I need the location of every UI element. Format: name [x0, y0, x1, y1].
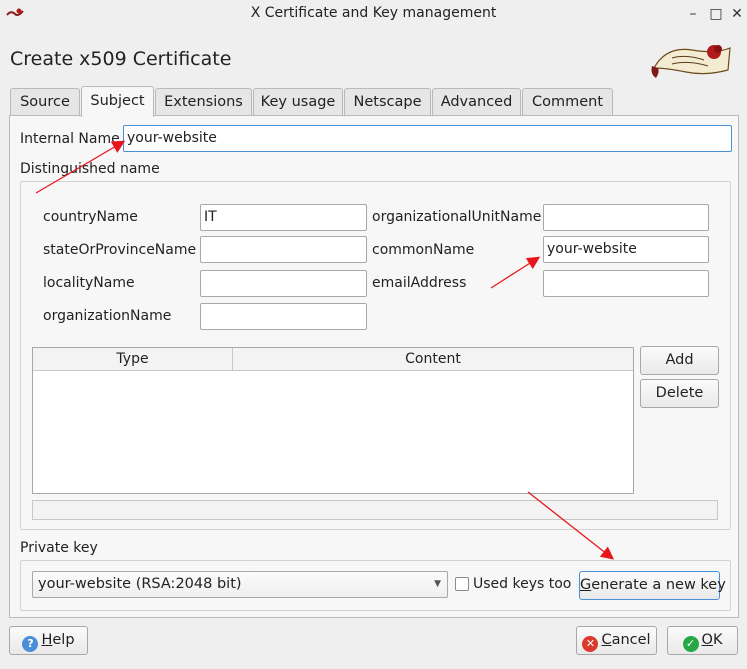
- emailaddress-input[interactable]: [543, 270, 709, 297]
- tab-advanced[interactable]: Advanced: [432, 88, 521, 116]
- tab-comment[interactable]: Comment: [522, 88, 613, 116]
- private-key-label: Private key: [20, 540, 98, 556]
- ok-label: OK: [701, 632, 723, 648]
- help-icon: ?: [22, 636, 39, 652]
- organizationalunitname-input[interactable]: [543, 204, 709, 231]
- add-button[interactable]: Add: [640, 346, 719, 375]
- window-titlebar: X Certificate and Key management – □ ✕: [0, 0, 747, 28]
- window-title: X Certificate and Key management: [250, 5, 497, 21]
- internal-name-input[interactable]: your-website: [123, 125, 732, 152]
- help-button[interactable]: ? Help: [9, 626, 88, 655]
- column-header-type[interactable]: Type: [33, 348, 233, 370]
- dialog-title: Create x509 Certificate: [10, 48, 232, 70]
- close-icon[interactable]: ✕: [729, 6, 745, 22]
- localityname-input[interactable]: [200, 270, 367, 297]
- tab-netscape[interactable]: Netscape: [344, 88, 431, 116]
- used-keys-too-checkbox[interactable]: [455, 577, 469, 591]
- internal-name-label: Internal Name: [20, 131, 120, 147]
- tab-subject[interactable]: Subject: [81, 86, 154, 117]
- minimize-icon[interactable]: –: [685, 6, 701, 22]
- distinguished-name-label: Distinguished name: [20, 161, 160, 177]
- used-keys-too-label: Used keys too: [473, 576, 572, 592]
- generate-new-key-label: enerate a new key: [591, 577, 726, 593]
- generate-new-key-button[interactable]: Generate a new key: [579, 571, 726, 600]
- tab-extensions[interactable]: Extensions: [155, 88, 252, 116]
- table-header: Type Content: [33, 348, 633, 371]
- commonname-input[interactable]: your-website: [543, 236, 709, 263]
- tab-key-usage[interactable]: Key usage: [253, 88, 343, 116]
- private-key-select[interactable]: your-website (RSA:2048 bit) ▼: [32, 571, 448, 598]
- column-header-content[interactable]: Content: [233, 348, 633, 370]
- help-label: Help: [41, 632, 75, 648]
- tab-source[interactable]: Source: [10, 88, 80, 116]
- table-status-bar: [32, 500, 718, 520]
- organizationname-input[interactable]: [200, 303, 367, 330]
- private-key-selected-value: your-website (RSA:2048 bit): [38, 576, 242, 592]
- localityname-label: localityName: [43, 275, 135, 291]
- app-window: X Certificate and Key management – □ ✕ C…: [0, 0, 747, 669]
- ok-icon: ✓: [682, 636, 699, 652]
- stateorprovincename-label: stateOrProvinceName: [43, 242, 197, 258]
- countryname-label: countryName: [43, 209, 138, 225]
- countryname-input[interactable]: IT: [200, 204, 367, 231]
- ok-button[interactable]: ✓ OK: [667, 626, 738, 655]
- cancel-label: Cancel: [601, 632, 651, 648]
- xca-logo-icon: [651, 45, 731, 78]
- cancel-button[interactable]: ✕ Cancel: [576, 626, 657, 655]
- commonname-label: commonName: [372, 242, 475, 258]
- organizationname-label: organizationName: [43, 308, 172, 324]
- stateorprovincename-input[interactable]: [200, 236, 367, 263]
- cancel-icon: ✕: [582, 636, 599, 652]
- maximize-icon[interactable]: □: [708, 6, 724, 22]
- subject-panel: Internal Name your-website Distinguished…: [9, 115, 739, 618]
- dn-entries-table[interactable]: Type Content: [32, 347, 634, 494]
- delete-button[interactable]: Delete: [640, 379, 719, 408]
- chevron-down-icon: ▼: [434, 579, 441, 589]
- organizationalunitname-label: organizationalUnitName: [372, 209, 542, 225]
- emailaddress-label: emailAddress: [372, 275, 467, 291]
